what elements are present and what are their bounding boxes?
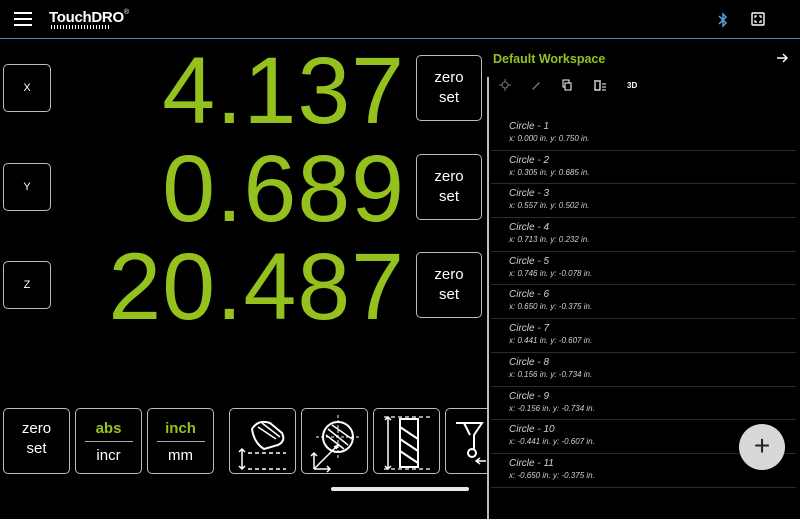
circle-coords: x: 0.156 in. y: -0.734 in. bbox=[509, 369, 593, 379]
z-readout: 20.487 bbox=[108, 234, 405, 340]
list-item[interactable]: Circle - 7 x: 0.441 in. y: -0.607 in. bbox=[491, 319, 796, 353]
bolt-circle-icon bbox=[310, 415, 360, 473]
axis-x-button[interactable]: X bbox=[3, 64, 51, 112]
circle-name: Circle - 4 bbox=[509, 222, 550, 234]
circle-coords: x: -0.156 in. y: -0.734 in. bbox=[509, 403, 595, 413]
abs-label: abs bbox=[95, 420, 122, 437]
zero-set-x-button[interactable]: zero set bbox=[416, 55, 482, 121]
delete-list-icon[interactable] bbox=[593, 79, 607, 91]
set-label: set bbox=[438, 89, 459, 106]
probe-icon bbox=[456, 422, 486, 465]
bolt-circle-button[interactable] bbox=[301, 408, 368, 474]
zero-label: zero bbox=[434, 266, 464, 283]
tool-length-button[interactable] bbox=[373, 408, 440, 474]
y-readout: 0.689 bbox=[162, 136, 405, 242]
zero-label: zero bbox=[434, 69, 464, 86]
set-label: set bbox=[26, 440, 47, 457]
panel-divider bbox=[487, 77, 489, 519]
circle-coords: x: -0.650 in. y: -0.375 in. bbox=[509, 470, 595, 480]
list-item[interactable]: Circle - 8 x: 0.156 in. y: -0.734 in. bbox=[491, 353, 796, 387]
list-item[interactable]: Circle - 2 x: 0.305 in. y: 0.685 in. bbox=[491, 151, 796, 185]
copy-icon[interactable] bbox=[561, 79, 573, 91]
arrow-right-icon[interactable] bbox=[776, 52, 788, 64]
probe-button[interactable] bbox=[445, 408, 487, 474]
incr-label: incr bbox=[96, 447, 121, 464]
edit-pencil-icon[interactable] bbox=[530, 79, 542, 91]
target-icon[interactable] bbox=[499, 79, 511, 91]
toggle-divider bbox=[156, 441, 205, 442]
hamburger-menu-icon[interactable] bbox=[14, 12, 32, 26]
x-readout: 4.137 bbox=[162, 38, 405, 144]
logo-ruler-decoration bbox=[51, 25, 111, 29]
circle-coords: x: 0.557 in. y: 0.502 in. bbox=[509, 201, 590, 211]
circle-name: Circle - 8 bbox=[509, 356, 550, 368]
zero-set-y-button[interactable]: zero set bbox=[416, 154, 482, 220]
inch-mm-toggle[interactable]: inch mm bbox=[147, 408, 214, 474]
circle-coords: x: 0.746 in. y: -0.078 in. bbox=[509, 268, 593, 278]
workspace-title: Default Workspace bbox=[493, 52, 606, 66]
axis-z-button[interactable]: Z bbox=[3, 261, 51, 309]
view-3d-button[interactable]: 3D bbox=[627, 81, 637, 90]
add-fab-button[interactable]: + bbox=[739, 424, 785, 470]
list-item[interactable]: Circle - 6 x: 0.650 in. y: -0.375 in. bbox=[491, 285, 796, 320]
circle-name: Circle - 3 bbox=[509, 188, 550, 200]
list-item[interactable]: Circle - 9 x: -0.156 in. y: -0.734 in. bbox=[491, 387, 796, 421]
list-item[interactable]: Circle - 4 x: 0.713 in. y: 0.232 in. bbox=[491, 218, 796, 252]
logo-text: TouchDRO bbox=[49, 9, 124, 26]
logo-registered-mark: ® bbox=[123, 9, 129, 16]
inch-label: inch bbox=[165, 420, 196, 437]
zero-set-all-button[interactable]: zero set bbox=[3, 408, 70, 474]
mm-label: mm bbox=[168, 447, 193, 464]
set-label: set bbox=[438, 188, 459, 205]
list-item[interactable]: Circle - 1 x: 0.000 in. y: 0.750 in. bbox=[491, 117, 796, 151]
circle-name: Circle - 7 bbox=[509, 323, 550, 335]
edge-finder-button[interactable] bbox=[229, 408, 296, 474]
list-item[interactable]: Circle - 3 x: 0.557 in. y: 0.502 in. bbox=[491, 184, 796, 219]
circle-coords: x: 0.305 in. y: 0.685 in. bbox=[509, 167, 590, 177]
axis-y-button[interactable]: Y bbox=[3, 163, 51, 211]
circle-coords: x: 0.713 in. y: 0.232 in. bbox=[509, 235, 590, 245]
circle-name: Circle - 5 bbox=[509, 255, 550, 267]
zero-label: zero bbox=[434, 168, 464, 185]
circle-name: Circle - 1 bbox=[509, 121, 550, 132]
circle-name: Circle - 6 bbox=[509, 289, 550, 301]
zero-label: zero bbox=[21, 420, 52, 437]
circle-coords: x: 0.650 in. y: -0.375 in. bbox=[509, 302, 593, 312]
fullscreen-icon[interactable] bbox=[751, 12, 765, 26]
circle-name: Circle - 9 bbox=[509, 390, 550, 402]
system-home-bar[interactable] bbox=[331, 487, 469, 491]
app-logo: TouchDRO® bbox=[49, 9, 129, 31]
set-label: set bbox=[438, 286, 459, 303]
top-app-bar: TouchDRO® bbox=[0, 0, 800, 39]
zero-set-z-button[interactable]: zero set bbox=[416, 252, 482, 318]
circle-coords: x: 0.441 in. y: -0.607 in. bbox=[509, 336, 593, 346]
circle-name: Circle - 2 bbox=[509, 154, 550, 166]
bluetooth-icon[interactable] bbox=[716, 12, 730, 28]
list-item[interactable]: Circle - 5 x: 0.746 in. y: -0.078 in. bbox=[491, 252, 796, 286]
circle-coords: x: 0.000 in. y: 0.750 in. bbox=[509, 134, 590, 143]
edge-finder-icon bbox=[238, 420, 286, 471]
toggle-divider bbox=[84, 441, 133, 442]
abs-incr-toggle[interactable]: abs incr bbox=[75, 408, 142, 474]
tool-length-icon bbox=[384, 415, 432, 471]
